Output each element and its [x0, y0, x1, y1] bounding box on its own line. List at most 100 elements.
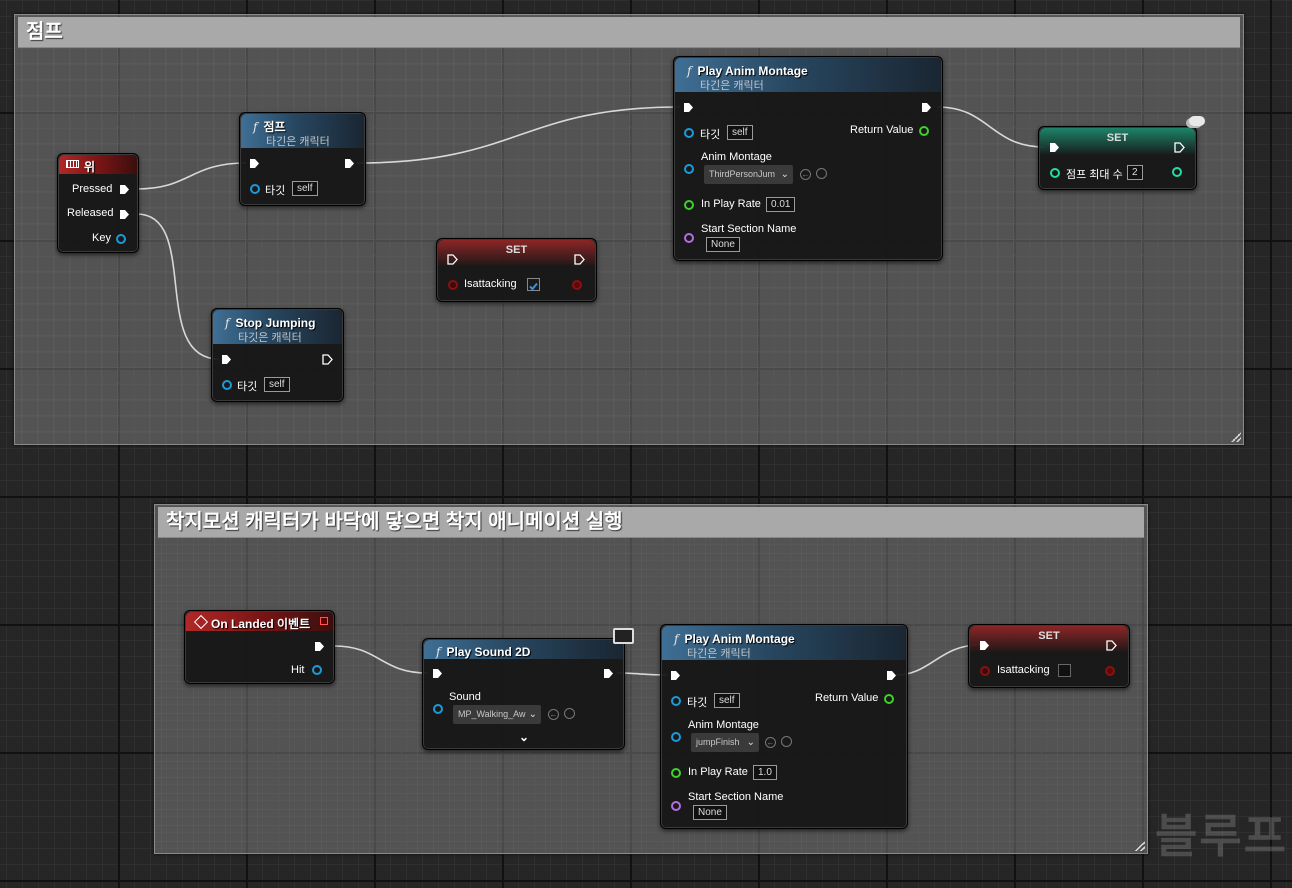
int-out-pin[interactable]	[1172, 167, 1182, 177]
exec-out-pin[interactable]	[314, 641, 325, 652]
target-pin[interactable]	[250, 184, 260, 194]
exec-in-pin[interactable]	[670, 670, 681, 681]
exec-in-pin[interactable]	[683, 102, 694, 113]
target-self-field[interactable]: self	[292, 181, 318, 196]
target-pin[interactable]	[222, 380, 232, 390]
node-up-key-event[interactable]: 위 Pressed Released Key	[57, 153, 139, 253]
bool-out-pin[interactable]	[572, 280, 582, 290]
start-section-pin[interactable]	[684, 233, 694, 243]
isattacking-checkbox[interactable]	[1058, 664, 1071, 677]
wire-exec-montage-to-set2	[895, 644, 980, 676]
node-header: f Play Anim Montage 타긴은 캐릭터	[662, 626, 906, 660]
pin-label-start-section: Start Section Name	[701, 223, 797, 235]
exec-out-released-pin[interactable]	[119, 209, 130, 220]
dropdown-value: MP_Walking_Aw	[458, 709, 526, 719]
exec-out-pin[interactable]	[886, 670, 897, 681]
exec-out-pin[interactable]	[603, 668, 614, 679]
pin-label-pressed: Pressed	[72, 183, 113, 195]
node-stop-jumping[interactable]: f Stop Jumping 타깃은 캐릭터 타깃 self	[211, 308, 344, 402]
in-play-rate-field[interactable]: 0.01	[766, 197, 796, 212]
bool-out-pin[interactable]	[1105, 666, 1115, 676]
exec-in-pin[interactable]	[979, 640, 990, 651]
node-on-landed-event[interactable]: On Landed 이벤트 Hit	[184, 610, 335, 684]
node-header: f 점프 타긴은 캐릭터	[241, 114, 364, 148]
pin-label-in-play-rate: In Play Rate	[701, 198, 761, 210]
exec-out-pin[interactable]	[322, 354, 333, 365]
use-selected-icon[interactable]: ←	[765, 737, 776, 748]
dropdown-value: jumpFinish	[696, 737, 740, 747]
anim-montage-pin[interactable]	[671, 732, 681, 742]
node-jump-function[interactable]: f 점프 타긴은 캐릭터 타깃 self	[239, 112, 366, 206]
node-play-anim-montage[interactable]: f Play Anim Montage 타긴은 캐릭터 타깃 self Retur…	[673, 56, 943, 261]
isattacking-checkbox[interactable]	[527, 278, 540, 291]
node-subtitle: 타긴은 캐릭터	[700, 80, 764, 92]
use-selected-icon[interactable]: ←	[548, 709, 559, 720]
exec-in-pin[interactable]	[249, 158, 260, 169]
node-set-isattacking[interactable]: SET Isattacking	[436, 238, 597, 302]
node-title: SET	[1106, 132, 1129, 144]
int-in-pin[interactable]	[1050, 168, 1060, 178]
in-play-rate-pin[interactable]	[684, 200, 694, 210]
node-play-anim-montage[interactable]: f Play Anim Montage 타긴은 캐릭터 타깃 self Retur…	[660, 624, 908, 829]
delegate-pin-icon[interactable]	[320, 617, 328, 625]
exec-out-pressed-pin[interactable]	[119, 184, 130, 195]
node-title: Play Anim Montage	[697, 64, 808, 78]
target-self-field[interactable]: self	[714, 693, 740, 708]
chevron-down-icon: ⌄	[780, 169, 789, 180]
node-subtitle: 타긴은 캐릭터	[266, 136, 330, 148]
node-set-isattacking[interactable]: SET Isattacking	[968, 624, 1130, 688]
exec-out-pin[interactable]	[1106, 640, 1117, 651]
anim-montage-pin[interactable]	[684, 164, 694, 174]
expand-chevron-icon[interactable]: ⌄	[519, 730, 529, 744]
browse-search-icon[interactable]	[564, 708, 575, 719]
pin-label-var: 점프 최대 수	[1066, 169, 1123, 181]
pin-label-key: Key	[92, 232, 111, 244]
pin-label-return-value: Return Value	[850, 124, 914, 136]
exec-in-pin[interactable]	[447, 254, 458, 265]
sound-pin[interactable]	[433, 704, 443, 714]
start-section-field[interactable]: None	[706, 237, 740, 252]
browse-search-icon[interactable]	[816, 168, 827, 179]
bool-in-pin[interactable]	[980, 666, 990, 676]
exec-in-pin[interactable]	[1049, 142, 1060, 153]
target-pin[interactable]	[671, 696, 681, 706]
start-section-pin[interactable]	[671, 801, 681, 811]
node-play-sound-2d[interactable]: f Play Sound 2D Sound MP_Walking_Aw ⌄ ← ⌄	[422, 638, 625, 750]
exec-out-pin[interactable]	[1174, 142, 1185, 153]
return-value-pin[interactable]	[919, 126, 929, 136]
chevron-down-icon: ⌄	[746, 737, 755, 748]
node-subtitle: 타긴은 캐릭터	[687, 648, 751, 660]
start-section-field[interactable]: None	[693, 805, 727, 820]
in-play-rate-pin[interactable]	[671, 768, 681, 778]
pin-label-target: 타깃	[700, 129, 721, 141]
node-title: 위	[84, 160, 96, 174]
hit-out-pin[interactable]	[312, 665, 322, 675]
in-play-rate-field[interactable]: 1.0	[753, 765, 777, 780]
exec-out-pin[interactable]	[921, 102, 932, 113]
anim-montage-dropdown[interactable]: jumpFinish ⌄	[691, 733, 759, 752]
jump-max-count-field[interactable]: 2	[1127, 165, 1143, 180]
exec-in-pin[interactable]	[221, 354, 232, 365]
pin-label-return-value: Return Value	[815, 692, 879, 704]
target-pin[interactable]	[684, 128, 694, 138]
target-self-field[interactable]: self	[264, 377, 290, 392]
exec-in-pin[interactable]	[432, 668, 443, 679]
sound-dropdown[interactable]: MP_Walking_Aw ⌄	[453, 705, 541, 724]
pin-label-anim-montage: Anim Montage	[701, 151, 772, 163]
exec-out-pin[interactable]	[574, 254, 585, 265]
pin-label-target: 타깃	[265, 185, 286, 197]
wire-exec-jump-to-montage	[356, 106, 681, 164]
wire-exec-pressed-to-jump	[136, 162, 247, 190]
exec-out-pin[interactable]	[344, 158, 355, 169]
node-set-jump-max-count[interactable]: SET 점프 최대 수 2	[1038, 126, 1197, 190]
use-selected-icon[interactable]: ←	[800, 169, 811, 180]
pin-label-released: Released	[67, 207, 114, 219]
key-out-pin[interactable]	[116, 234, 126, 244]
node-header: f Stop Jumping 타깃은 캐릭터	[213, 310, 342, 344]
return-value-pin[interactable]	[884, 694, 894, 704]
bool-in-pin[interactable]	[448, 280, 458, 290]
node-header: f Play Sound 2D	[424, 640, 623, 659]
target-self-field[interactable]: self	[727, 125, 753, 140]
browse-search-icon[interactable]	[781, 736, 792, 747]
anim-montage-dropdown[interactable]: ThirdPersonJum ⌄	[704, 165, 793, 184]
